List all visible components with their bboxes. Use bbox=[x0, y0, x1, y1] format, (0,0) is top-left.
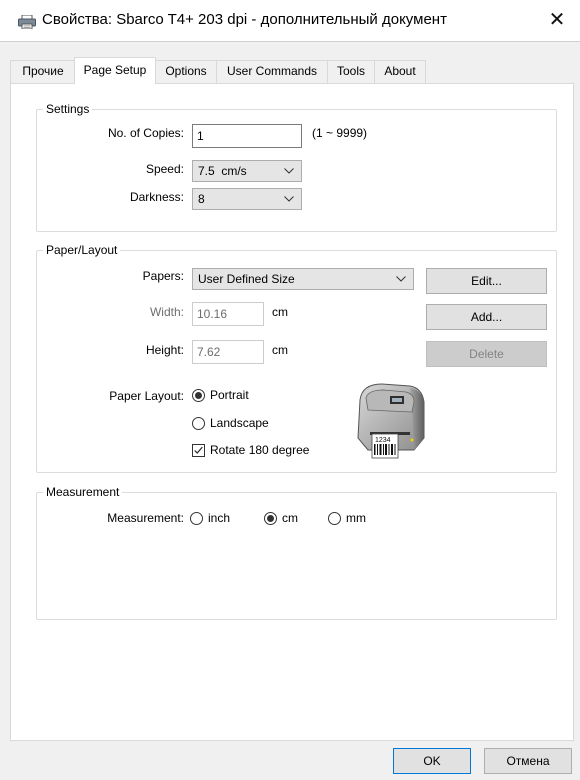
paper-layout-label: Paper Layout: bbox=[109, 389, 184, 403]
width-label: Width: bbox=[149, 305, 184, 319]
measurement-mm-label: mm bbox=[346, 511, 366, 525]
speed-label: Speed: bbox=[145, 162, 184, 176]
landscape-radio[interactable] bbox=[192, 417, 205, 430]
portrait-radio[interactable] bbox=[192, 389, 205, 402]
tab-other[interactable]: Прочие bbox=[10, 60, 76, 83]
chevron-down-icon bbox=[284, 196, 294, 202]
measurement-cm-label: cm bbox=[282, 511, 298, 525]
measurement-mm-radio[interactable] bbox=[328, 512, 341, 525]
darkness-select[interactable]: 8 bbox=[192, 188, 302, 210]
darkness-label: Darkness: bbox=[129, 190, 184, 204]
close-button[interactable]: ✕ bbox=[534, 0, 580, 42]
chevron-down-icon bbox=[284, 168, 294, 174]
ok-button[interactable]: OK bbox=[393, 748, 471, 774]
measurement-inch-radio[interactable] bbox=[190, 512, 203, 525]
tab-about[interactable]: About bbox=[374, 60, 426, 83]
chevron-down-icon bbox=[396, 276, 406, 282]
rotate-checkbox[interactable] bbox=[192, 444, 205, 457]
papers-value: User Defined Size bbox=[198, 272, 295, 286]
landscape-label: Landscape bbox=[210, 416, 269, 430]
measurement-inch-label: inch bbox=[208, 511, 231, 525]
height-input[interactable]: 7.62 bbox=[192, 340, 264, 364]
paper-layout-legend: Paper/Layout bbox=[43, 243, 121, 257]
speed-value: 7.5 cm/s bbox=[198, 164, 247, 178]
edit-paper-button[interactable]: Edit... bbox=[426, 268, 547, 294]
measurement-label: Measurement: bbox=[107, 511, 184, 525]
measurement-legend: Measurement bbox=[43, 485, 123, 499]
speed-select[interactable]: 7.5 cm/s bbox=[192, 160, 302, 182]
printer-icon bbox=[18, 15, 36, 29]
width-unit: cm bbox=[272, 305, 288, 319]
papers-label: Papers: bbox=[142, 269, 184, 283]
measurement-cm-radio[interactable] bbox=[264, 512, 277, 525]
portrait-label: Portrait bbox=[210, 388, 249, 402]
delete-paper-button[interactable]: Delete bbox=[426, 341, 547, 367]
settings-legend: Settings bbox=[43, 102, 93, 116]
sample-label-text: 1234 bbox=[375, 437, 391, 444]
darkness-value: 8 bbox=[198, 192, 205, 206]
tab-page-setup[interactable]: Page Setup bbox=[74, 57, 156, 84]
height-unit: cm bbox=[272, 343, 288, 357]
printer-illustration: 1234 bbox=[357, 383, 425, 459]
copies-label: No. of Copies: bbox=[107, 126, 184, 140]
copies-range: (1 ~ 9999) bbox=[312, 126, 368, 140]
width-input[interactable]: 10.16 bbox=[192, 302, 264, 326]
add-paper-button[interactable]: Add... bbox=[426, 304, 547, 330]
cancel-button[interactable]: Отмена bbox=[484, 748, 572, 774]
tab-options[interactable]: Options bbox=[155, 60, 217, 83]
height-label: Height: bbox=[145, 343, 184, 357]
window-title: Свойства: Sbarco T4+ 203 dpi - дополните… bbox=[42, 11, 447, 28]
tab-user-commands[interactable]: User Commands bbox=[216, 60, 328, 83]
copies-input[interactable]: 1 bbox=[192, 124, 302, 148]
checkmark-icon bbox=[194, 446, 203, 454]
close-icon: ✕ bbox=[548, 9, 566, 31]
papers-select[interactable]: User Defined Size bbox=[192, 268, 414, 290]
tab-tools[interactable]: Tools bbox=[327, 60, 375, 83]
title-bar: Свойства: Sbarco T4+ 203 dpi - дополните… bbox=[0, 0, 580, 42]
rotate-label: Rotate 180 degree bbox=[210, 443, 310, 457]
